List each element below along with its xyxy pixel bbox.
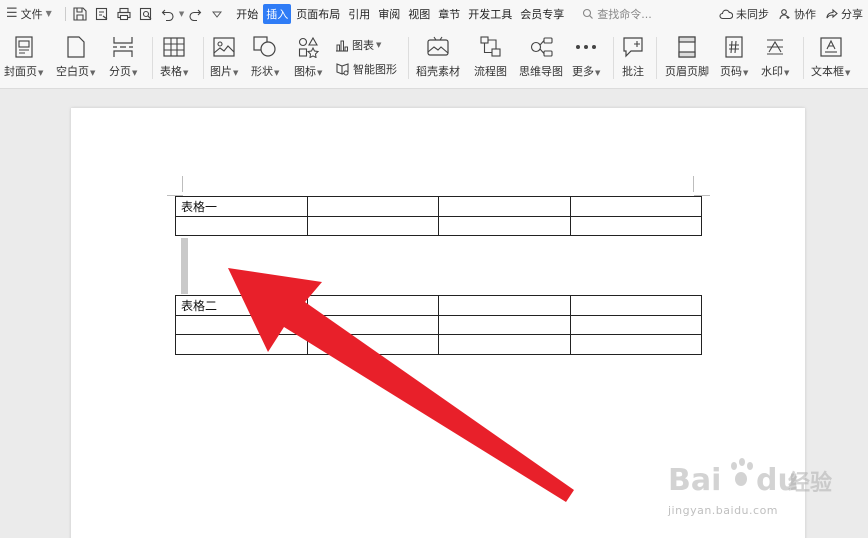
watermark-jingyan: 经验 [788, 470, 832, 496]
watermark-url: jingyan.baidu.com [668, 504, 779, 517]
paw-icon [731, 458, 753, 486]
baidu-jingyan-watermark: Bai du 经验 jingyan.baidu.com [664, 452, 864, 527]
watermark-brand: Bai [668, 463, 721, 498]
